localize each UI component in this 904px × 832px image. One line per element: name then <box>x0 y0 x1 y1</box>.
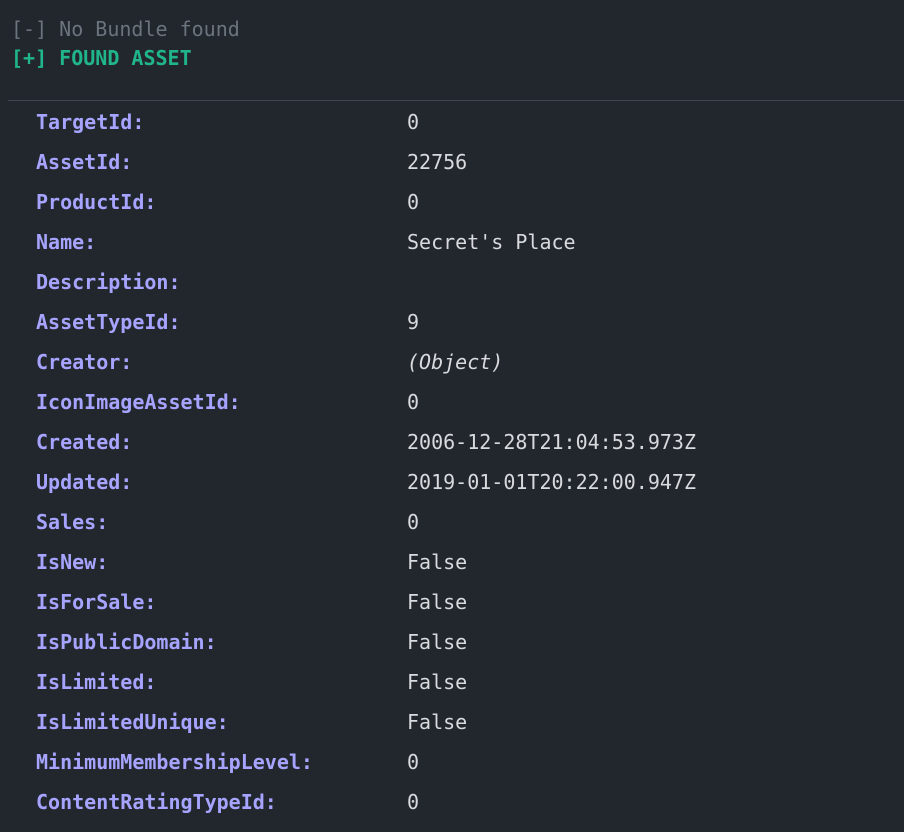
property-row: Sales: 0 <box>0 502 904 542</box>
property-key: TargetId: <box>36 110 145 134</box>
property-value: Secret's Place <box>407 230 576 254</box>
found-asset-status: [+] FOUND ASSET <box>11 46 192 70</box>
property-row: AssetId: 22756 <box>0 142 904 182</box>
property-value: False <box>407 710 468 734</box>
property-key: IsNew: <box>36 550 109 574</box>
property-row: Updated: 2019-01-01T20:22:00.947Z <box>0 462 904 502</box>
property-row: IsLimited: False <box>0 662 904 702</box>
property-value: False <box>407 670 468 694</box>
property-row: MinimumMembershipLevel: 0 <box>0 742 904 782</box>
divider <box>8 100 904 101</box>
property-row: IsNew: False <box>0 542 904 582</box>
property-key: IsPublicDomain: <box>36 630 217 654</box>
property-row: IconImageAssetId: 0 <box>0 382 904 422</box>
property-value: 9 <box>407 310 420 334</box>
property-key: IsLimited: <box>36 670 157 694</box>
property-value: 2019-01-01T20:22:00.947Z <box>407 470 696 494</box>
property-row: IsPublicDomain: False <box>0 622 904 662</box>
property-value: 0 <box>407 190 420 214</box>
property-row: IsForSale: False <box>0 582 904 622</box>
property-value: 22756 <box>407 150 468 174</box>
property-row: Creator: (Object) <box>0 342 904 382</box>
property-value: False <box>407 550 468 574</box>
property-row: Name: Secret's Place <box>0 222 904 262</box>
property-key: ProductId: <box>36 190 157 214</box>
property-value: 0 <box>407 390 420 414</box>
asset-properties-list: TargetId: 0 AssetId: 22756 ProductId: 0 … <box>0 102 904 822</box>
property-value: 0 <box>407 750 420 774</box>
property-row: ContentRatingTypeId: 0 <box>0 782 904 822</box>
property-key: MinimumMembershipLevel: <box>36 750 313 774</box>
property-key: IsForSale: <box>36 590 157 614</box>
property-key: Sales: <box>36 510 109 534</box>
property-key: Name: <box>36 230 97 254</box>
property-value: 2006-12-28T21:04:53.973Z <box>407 430 696 454</box>
no-bundle-status: [-] No Bundle found <box>11 17 240 41</box>
property-key: IconImageAssetId: <box>36 390 241 414</box>
property-row: AssetTypeId: 9 <box>0 302 904 342</box>
property-key: IsLimitedUnique: <box>36 710 229 734</box>
property-key: Updated: <box>36 470 133 494</box>
property-row: ProductId: 0 <box>0 182 904 222</box>
property-value: 0 <box>407 510 420 534</box>
property-row: Created: 2006-12-28T21:04:53.973Z <box>0 422 904 462</box>
property-key: Description: <box>36 270 181 294</box>
property-value: (Object) <box>407 350 504 374</box>
property-key: AssetId: <box>36 150 133 174</box>
property-value: False <box>407 630 468 654</box>
property-row: Description: <box>0 262 904 302</box>
property-value: 0 <box>407 790 420 814</box>
property-row: TargetId: 0 <box>0 102 904 142</box>
property-row: IsLimitedUnique: False <box>0 702 904 742</box>
property-key: AssetTypeId: <box>36 310 181 334</box>
property-value: 0 <box>407 110 420 134</box>
property-key: Created: <box>36 430 133 454</box>
property-value: False <box>407 590 468 614</box>
property-key: Creator: <box>36 350 133 374</box>
property-key: ContentRatingTypeId: <box>36 790 277 814</box>
